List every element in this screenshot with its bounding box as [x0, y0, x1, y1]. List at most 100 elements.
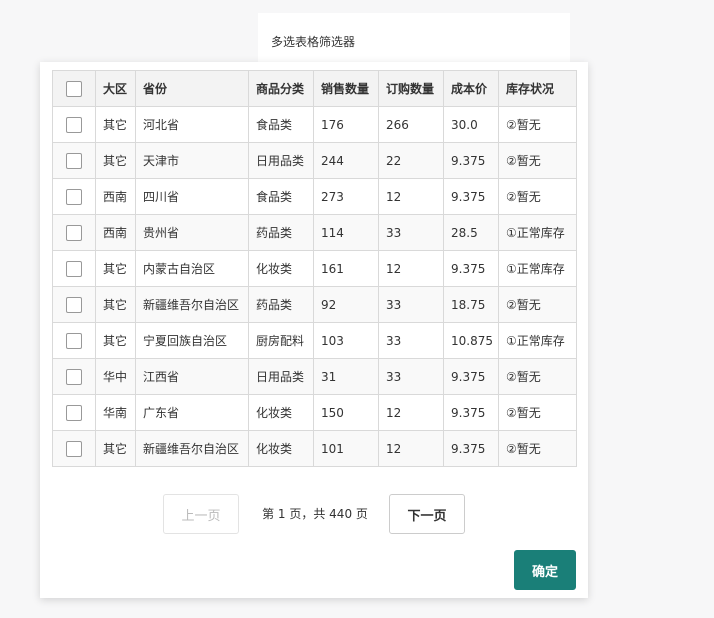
row-select-cell: [52, 106, 96, 143]
row-checkbox[interactable]: [66, 152, 82, 169]
cell-order-qty: 12: [378, 430, 444, 467]
table-row[interactable]: 其它 内蒙古自治区 化妆类 161 12 9.375 ①正常库存: [52, 250, 577, 287]
cell-stock-status: ①正常库存: [498, 214, 577, 251]
cell-sales-qty: 103: [313, 322, 379, 359]
cell-sales-qty: 150: [313, 394, 379, 431]
row-select-cell: [52, 214, 96, 251]
row-select-cell: [52, 394, 96, 431]
cell-order-qty: 12: [378, 178, 444, 215]
row-checkbox[interactable]: [66, 368, 82, 385]
cell-order-qty: 33: [378, 358, 444, 395]
table-row[interactable]: 其它 宁夏回族自治区 厨房配料 103 33 10.875 ①正常库存: [52, 322, 577, 359]
column-header-cost-price[interactable]: 成本价: [443, 70, 499, 107]
cell-category: 厨房配料: [248, 322, 314, 359]
row-select-cell: [52, 178, 96, 215]
cell-category: 化妆类: [248, 394, 314, 431]
cell-province: 河北省: [135, 106, 249, 143]
cell-cost-price: 9.375: [443, 430, 499, 467]
data-table: 大区 省份 商品分类 销售数量 订购数量 成本价 库存状况 其它 河北省 食品类 17…: [52, 70, 577, 467]
cell-province: 新疆维吾尔自治区: [135, 430, 249, 467]
cell-stock-status: ②暂无: [498, 430, 577, 467]
cell-sales-qty: 101: [313, 430, 379, 467]
table-row[interactable]: 其它 新疆维吾尔自治区 药品类 92 33 18.75 ②暂无: [52, 286, 577, 323]
table-row[interactable]: 其它 新疆维吾尔自治区 化妆类 101 12 9.375 ②暂无: [52, 430, 577, 467]
table-row[interactable]: 其它 河北省 食品类 176 266 30.0 ②暂无: [52, 106, 577, 143]
cell-stock-status: ②暂无: [498, 286, 577, 323]
cell-stock-status: ①正常库存: [498, 322, 577, 359]
row-select-cell: [52, 358, 96, 395]
column-header-category[interactable]: 商品分类: [248, 70, 314, 107]
cell-region: 西南: [95, 178, 136, 215]
cell-province: 四川省: [135, 178, 249, 215]
cell-cost-price: 9.375: [443, 250, 499, 287]
row-checkbox[interactable]: [66, 404, 82, 421]
row-checkbox[interactable]: [66, 116, 82, 133]
row-checkbox[interactable]: [66, 224, 82, 241]
row-checkbox[interactable]: [66, 440, 82, 457]
cell-region: 其它: [95, 250, 136, 287]
cell-province: 新疆维吾尔自治区: [135, 286, 249, 323]
prev-page-button[interactable]: 上一页: [163, 494, 239, 534]
cell-sales-qty: 114: [313, 214, 379, 251]
row-checkbox[interactable]: [66, 188, 82, 205]
row-checkbox[interactable]: [66, 260, 82, 277]
row-checkbox[interactable]: [66, 296, 82, 313]
cell-sales-qty: 176: [313, 106, 379, 143]
cell-order-qty: 266: [378, 106, 444, 143]
pagination: 上一页 第 1 页，共 440 页 下一页: [40, 494, 588, 534]
row-select-cell: [52, 322, 96, 359]
column-header-province[interactable]: 省份: [135, 70, 249, 107]
selector-header: 多选表格筛选器: [258, 13, 570, 69]
cell-province: 江西省: [135, 358, 249, 395]
column-header-region[interactable]: 大区: [95, 70, 136, 107]
cell-sales-qty: 161: [313, 250, 379, 287]
cell-category: 化妆类: [248, 250, 314, 287]
cell-category: 日用品类: [248, 142, 314, 179]
cell-cost-price: 30.0: [443, 106, 499, 143]
row-select-cell: [52, 286, 96, 323]
column-header-sales-qty[interactable]: 销售数量: [313, 70, 379, 107]
cell-category: 药品类: [248, 214, 314, 251]
confirm-button[interactable]: 确定: [514, 550, 576, 590]
cell-province: 天津市: [135, 142, 249, 179]
cell-order-qty: 33: [378, 322, 444, 359]
column-header-order-qty[interactable]: 订购数量: [378, 70, 444, 107]
cell-region: 华中: [95, 358, 136, 395]
cell-stock-status: ②暂无: [498, 106, 577, 143]
cell-region: 其它: [95, 430, 136, 467]
column-header-stock-status[interactable]: 库存状况: [498, 70, 577, 107]
cell-category: 食品类: [248, 178, 314, 215]
cell-cost-price: 9.375: [443, 358, 499, 395]
cell-cost-price: 9.375: [443, 178, 499, 215]
cell-order-qty: 33: [378, 214, 444, 251]
cell-order-qty: 12: [378, 250, 444, 287]
cell-category: 食品类: [248, 106, 314, 143]
cell-cost-price: 28.5: [443, 214, 499, 251]
table-row[interactable]: 华中 江西省 日用品类 31 33 9.375 ②暂无: [52, 358, 577, 395]
cell-sales-qty: 273: [313, 178, 379, 215]
table-row[interactable]: 西南 四川省 食品类 273 12 9.375 ②暂无: [52, 178, 577, 215]
row-select-cell: [52, 250, 96, 287]
row-checkbox[interactable]: [66, 332, 82, 349]
cell-category: 化妆类: [248, 430, 314, 467]
cell-stock-status: ②暂无: [498, 358, 577, 395]
row-select-cell: [52, 430, 96, 467]
table-row[interactable]: 西南 贵州省 药品类 114 33 28.5 ①正常库存: [52, 214, 577, 251]
select-all-cell: [52, 70, 96, 107]
cell-cost-price: 9.375: [443, 394, 499, 431]
cell-province: 贵州省: [135, 214, 249, 251]
cell-region: 其它: [95, 106, 136, 143]
cell-sales-qty: 244: [313, 142, 379, 179]
cell-cost-price: 18.75: [443, 286, 499, 323]
table-row[interactable]: 华南 广东省 化妆类 150 12 9.375 ②暂无: [52, 394, 577, 431]
cell-region: 其它: [95, 286, 136, 323]
cell-cost-price: 10.875: [443, 322, 499, 359]
next-page-button[interactable]: 下一页: [389, 494, 465, 534]
cell-region: 西南: [95, 214, 136, 251]
table-row[interactable]: 其它 天津市 日用品类 244 22 9.375 ②暂无: [52, 142, 577, 179]
filter-panel: 大区 省份 商品分类 销售数量 订购数量 成本价 库存状况 其它 河北省 食品类 17…: [40, 62, 588, 598]
cell-stock-status: ①正常库存: [498, 250, 577, 287]
select-all-checkbox[interactable]: [66, 80, 82, 97]
cell-stock-status: ②暂无: [498, 142, 577, 179]
cell-order-qty: 22: [378, 142, 444, 179]
